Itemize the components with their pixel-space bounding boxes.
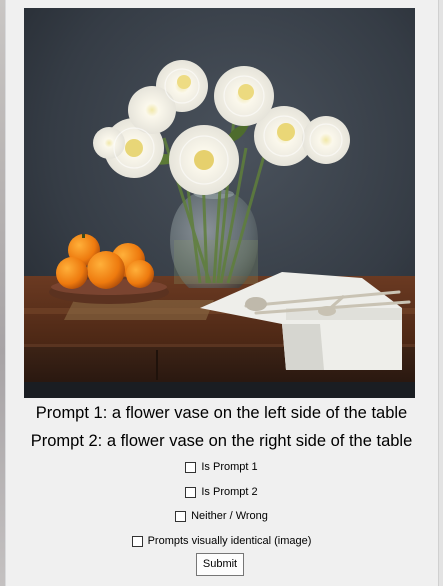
neither-wrong-checkbox[interactable] xyxy=(175,510,187,522)
is-prompt-2-label: Is Prompt 2 xyxy=(201,486,258,498)
panel-right-edge xyxy=(438,0,443,586)
background-window-edge xyxy=(0,0,5,586)
prompt-1-text: Prompt 1: a flower vase on the left side… xyxy=(35,404,408,422)
submit-button[interactable]: Submit xyxy=(196,553,244,576)
is-prompt-1-checkbox[interactable] xyxy=(185,461,197,473)
prompt-2-text: Prompt 2: a flower vase on the right sid… xyxy=(30,432,413,450)
is-prompt-2-checkbox[interactable] xyxy=(185,486,197,498)
is-prompt-1-label: Is Prompt 1 xyxy=(201,461,258,473)
option-is-prompt-2[interactable]: Is Prompt 2 xyxy=(0,486,443,498)
generated-image xyxy=(24,8,415,398)
prompts-identical-label: Prompts visually identical (image) xyxy=(147,535,312,547)
neither-wrong-label: Neither / Wrong xyxy=(191,510,268,522)
prompts-identical-checkbox[interactable] xyxy=(131,535,143,547)
option-prompts-identical[interactable]: Prompts visually identical (image) xyxy=(0,535,443,547)
option-neither-wrong[interactable]: Neither / Wrong xyxy=(0,510,443,522)
option-is-prompt-1[interactable]: Is Prompt 1 xyxy=(0,461,443,473)
